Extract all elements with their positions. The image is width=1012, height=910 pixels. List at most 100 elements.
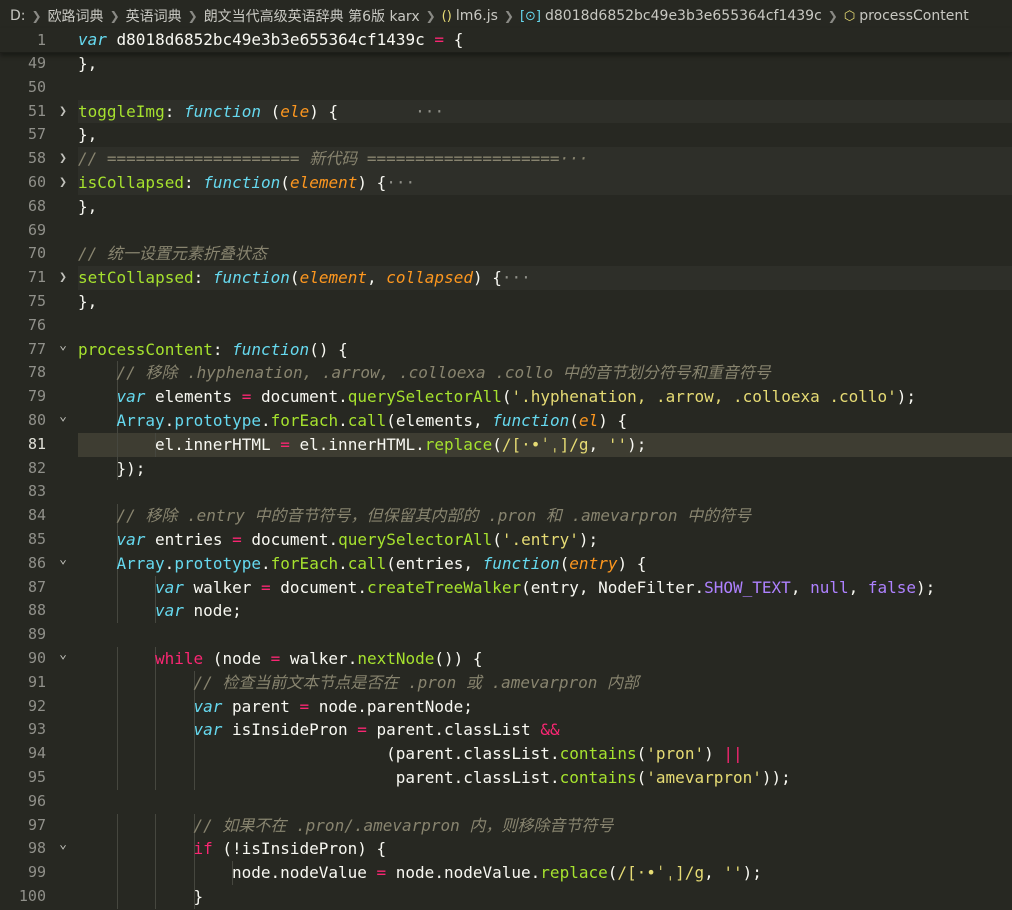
sticky-scroll-line[interactable]: 1 var d8018d6852bc49e3b3e655364cf1439c = … xyxy=(0,28,1012,53)
fold-collapse-icon[interactable]: ⌄ xyxy=(55,643,71,667)
code-line[interactable]: 88 var node; xyxy=(0,599,1012,624)
code-line[interactable]: 80 ⌄ Array.prototype.forEach.call(elements… xyxy=(0,408,1012,433)
code-token: prototype xyxy=(174,553,262,573)
code-token: '.entry' xyxy=(501,529,579,549)
code-line[interactable]: 94 (parent.classList.contains('pron') || xyxy=(0,742,1012,766)
code-token: ( xyxy=(636,744,647,764)
fold-expand-icon[interactable]: ❯ xyxy=(55,100,71,124)
code-token: // 统一设置元素折叠状态 xyxy=(78,244,267,264)
breadcrumb-item[interactable]: 英语词典 xyxy=(126,6,182,26)
code-line[interactable]: 79 var elements = document.querySelectorA… xyxy=(0,385,1012,409)
code-line[interactable]: 49}, xyxy=(0,52,1012,76)
breadcrumb-item[interactable]: 朗文当代高级英语辞典 第6版 karx xyxy=(204,6,420,26)
code-token: var xyxy=(193,696,223,716)
indent-guide xyxy=(116,670,118,695)
code-line[interactable]: 78 // 移除 .hyphenation, .arrow, .colloexa … xyxy=(0,361,1012,386)
code-text: // ==================== 新代码 ============… xyxy=(78,147,588,171)
code-line[interactable]: 98 ⌄ if (!isInsidePron) { xyxy=(0,837,1012,862)
code-token: (node xyxy=(203,648,271,668)
breadcrumb-item[interactable]: D: xyxy=(10,8,26,24)
code-line[interactable]: 92 var parent = node.parentNode; xyxy=(0,694,1012,719)
code-line[interactable]: 97 // 如果不在 .pron/.amevarpron 内，则移除音节符号 xyxy=(0,813,1012,838)
line-number: 82 xyxy=(27,458,46,477)
code-token: . xyxy=(434,720,444,740)
code-token: = xyxy=(270,648,281,668)
code-line[interactable]: 69 xyxy=(0,219,1012,243)
fold-expand-icon[interactable]: ❯ xyxy=(55,147,71,171)
code-text: // 统一设置元素折叠状态 xyxy=(78,242,267,266)
breadcrumb-item[interactable]: lm6.js xyxy=(456,8,498,24)
code-token: ( xyxy=(492,529,502,549)
code-text: var isInsidePron = parent.classList && xyxy=(194,718,560,742)
code-token: = xyxy=(241,387,252,407)
code-token: createTreeWalker xyxy=(366,577,522,597)
code-token: ); xyxy=(742,863,762,883)
code-line[interactable]: 82}); xyxy=(0,456,1012,481)
code-line[interactable]: 90 ⌄ while (node = walker.nextNode()) { xyxy=(0,646,1012,671)
code-line[interactable]: 91 // 检查当前文本节点是否在 .pron 或 .amevarpron 内部 xyxy=(0,670,1012,695)
code-token: function xyxy=(482,553,560,573)
code-token: . xyxy=(347,648,358,668)
indent-guide xyxy=(155,884,156,909)
code-text: var node; xyxy=(155,599,242,623)
code-line[interactable]: 93 var isInsidePron = parent.classList && xyxy=(0,718,1012,743)
code-line[interactable]: 83 xyxy=(0,480,1012,504)
indent-guide xyxy=(116,694,118,719)
code-token: walker xyxy=(183,577,261,597)
line-number: 70 xyxy=(27,244,46,263)
code-line[interactable]: 100} xyxy=(0,884,1012,909)
line-number: 58 xyxy=(27,149,46,168)
fold-expand-icon[interactable]: ❯ xyxy=(55,171,71,195)
breadcrumb-item[interactable]: d8018d6852bc49e3b3e655364cf1439c xyxy=(545,8,822,24)
code-line[interactable]: 51 ❯ toggleImg: function (ele) { ··· xyxy=(0,99,1012,124)
code-line[interactable]: 86 ⌄ Array.prototype.forEach.call(entries,… xyxy=(0,551,1012,576)
breadcrumb-item[interactable]: 欧路词典 xyxy=(48,6,104,26)
code-line[interactable]: 99 node.nodeValue = node.nodeValue.replac… xyxy=(0,861,1012,885)
code-editor[interactable]: 49}, 50 51 ❯ toggleImg: function (ele) { ···… xyxy=(0,52,1012,910)
code-line[interactable]: 58 ❯ // ==================== 新代码 =========… xyxy=(0,147,1012,171)
fold-expand-icon[interactable]: ❯ xyxy=(55,266,71,290)
code-line[interactable]: 95 parent.classList.contains('amevarpron… xyxy=(0,765,1012,790)
code-line[interactable]: 60 ❯ isCollapsed: function(element) {··· xyxy=(0,170,1012,195)
code-line[interactable]: 50 xyxy=(0,76,1012,100)
code-token: el xyxy=(155,434,175,454)
code-line[interactable]: 57}, xyxy=(0,123,1012,147)
code-line[interactable]: 68}, xyxy=(0,195,1012,219)
code-token: ( xyxy=(569,410,579,430)
code-line[interactable]: 76 xyxy=(0,314,1012,338)
code-token: innerHTML xyxy=(328,434,416,454)
fold-collapse-icon[interactable]: ⌄ xyxy=(55,833,71,857)
code-token: }, xyxy=(78,196,98,216)
code-token: (entries, xyxy=(386,553,483,573)
code-token: . xyxy=(270,863,281,883)
code-token: nodeValue xyxy=(443,863,531,883)
code-line[interactable]: 71 ❯ setCollapsed: function(element, colla… xyxy=(0,266,1012,290)
code-line[interactable]: 87 var walker = document.createTreeWalker… xyxy=(0,575,1012,600)
code-token: , xyxy=(588,434,608,454)
fold-collapse-icon[interactable]: ⌄ xyxy=(55,334,71,358)
indent-guide xyxy=(155,813,156,838)
code-line[interactable]: 77 ⌄ processContent: function() { xyxy=(0,338,1012,362)
code-token: }, xyxy=(78,54,98,73)
line-number: 98 xyxy=(27,839,46,858)
breadcrumb-separator-icon: ❯ xyxy=(425,9,436,23)
code-line[interactable]: 75}, xyxy=(0,290,1012,314)
code-token: ) { xyxy=(598,410,628,430)
code-token: if xyxy=(193,839,213,859)
breadcrumb-item[interactable]: processContent xyxy=(859,8,968,24)
line-number: 78 xyxy=(27,363,46,382)
code-line[interactable]: 70 // 统一设置元素折叠状态 xyxy=(0,242,1012,266)
js-file-icon: (⁠) xyxy=(441,8,452,24)
code-line[interactable]: 1 var d8018d6852bc49e3b3e655364cf1439c = … xyxy=(0,28,1012,52)
line-number: 79 xyxy=(27,387,46,406)
code-line[interactable]: 96 xyxy=(0,790,1012,814)
code-line[interactable]: 89 xyxy=(0,623,1012,647)
code-line[interactable]: 85 var entries = document.querySelectorAl… xyxy=(0,527,1012,552)
code-line[interactable]: 84 // 移除 .entry 中的音节符号，但保留其内部的 .pron 和 .a… xyxy=(0,504,1012,528)
code-line[interactable]: 81 el.innerHTML = el.innerHTML.replace(/[… xyxy=(0,432,1012,457)
fold-collapse-icon[interactable]: ⌄ xyxy=(55,405,71,429)
fold-collapse-icon[interactable]: ⌄ xyxy=(55,548,71,572)
indent-guide xyxy=(155,742,156,766)
indent-guide xyxy=(155,718,156,743)
code-text: Array.prototype.forEach.call(elements, f… xyxy=(117,409,628,433)
